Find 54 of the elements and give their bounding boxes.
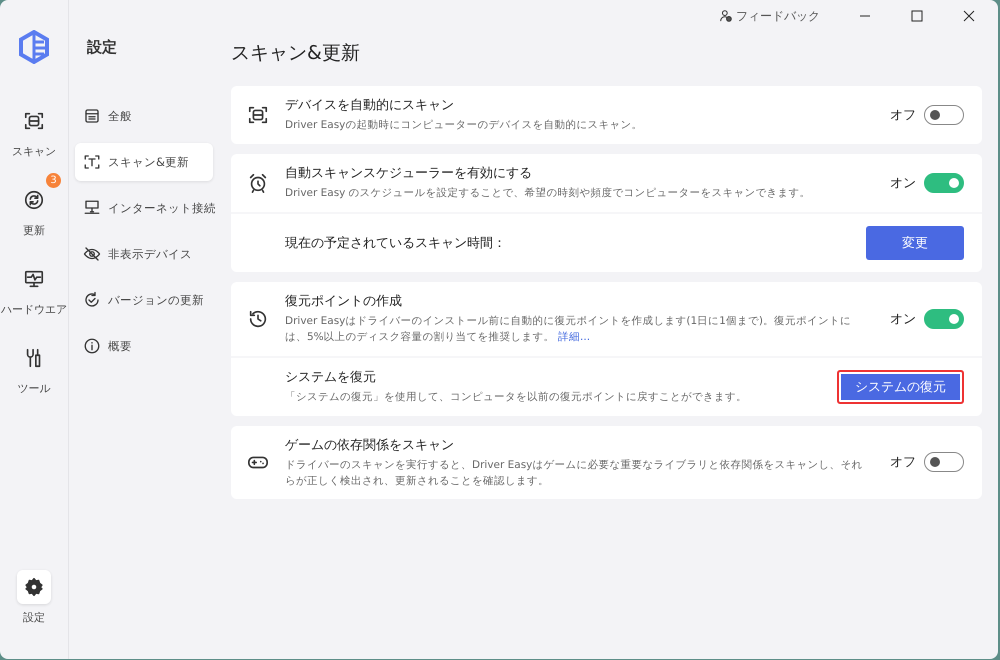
settings-menu-item[interactable]: バージョンの更新 — [75, 281, 213, 319]
settings-menu-item[interactable]: インターネット接続 — [75, 189, 213, 227]
toggle-state-label: オフ — [890, 107, 916, 124]
feedback-button[interactable]: フィードバック — [713, 6, 826, 26]
rail-nav-item[interactable]: 設定 — [0, 560, 68, 627]
settings-menu-item[interactable]: 非表示デバイス — [75, 235, 213, 273]
setting-description: ドライバーのスキャンを実行すると、Driver Easyはゲームに必要な重要なライブラリと依存関係をスキャンし、それらが正しく検出され、更新されることを確認します。 — [285, 458, 864, 489]
hidden-eye-icon — [83, 245, 101, 263]
menu-title: 設定 — [87, 38, 118, 57]
maximize-icon — [910, 9, 924, 23]
toggle-state-label: オン — [890, 175, 916, 192]
settings-menu-item[interactable]: 概要 — [75, 327, 213, 365]
settings-icon — [23, 576, 45, 598]
user-chat-icon — [719, 9, 733, 23]
settings-menu-item[interactable]: スキャン&更新 — [75, 143, 213, 181]
monitor-pulse-icon — [23, 268, 45, 290]
details-link[interactable]: 詳細... — [558, 331, 590, 344]
setting-description: Driver Easy のスケジュールを設定することで、希望の時刻や頻度でコンピューターをスキャンできます。 — [285, 186, 812, 202]
text-scan-icon — [83, 153, 101, 171]
rail-nav-item[interactable]: ハードウエア — [0, 252, 68, 319]
setting-title: デバイスを自動的にスキャン — [285, 97, 455, 114]
toggle-state-label: オフ — [890, 454, 916, 472]
action-button[interactable]: システムの復元 — [837, 370, 964, 404]
app-logo — [18, 30, 50, 64]
setting-title: 自動スキャンスケジューラーを有効にする — [285, 165, 533, 182]
scan-frame-icon — [23, 110, 45, 132]
setting-description: 「システムの復元」を使用して、コンピュータを以前の復元ポイントに戻すことができます。 — [285, 390, 748, 405]
info-icon — [83, 337, 101, 355]
setting-title: ゲームの依存関係をスキャン — [285, 436, 455, 454]
refresh-icon — [23, 189, 45, 211]
toggle-switch[interactable] — [924, 452, 964, 472]
setting-title: 現在の予定されているスキャン時間： — [285, 235, 507, 252]
action-button[interactable]: 変更 — [866, 226, 964, 260]
rail-nav-item[interactable]: スキャン — [0, 94, 68, 161]
toggle-switch[interactable] — [924, 173, 964, 193]
scan-frame-icon — [247, 104, 269, 126]
circular-check-icon — [83, 291, 101, 309]
count-badge: 3 — [46, 173, 61, 188]
setting-title: 復元ポイントの作成 — [285, 293, 403, 310]
close-icon — [962, 9, 976, 23]
network-icon — [83, 199, 101, 217]
rail-nav-item[interactable]: ツール — [0, 331, 68, 398]
minimize-icon — [859, 15, 871, 17]
alarm-clock-icon — [247, 172, 269, 194]
page-title: スキャン&更新 — [231, 41, 361, 66]
list-icon — [83, 107, 101, 125]
toggle-state-label: オン — [890, 310, 916, 328]
toggle-switch[interactable] — [924, 105, 964, 125]
rail-nav-item[interactable]: 更新 3 — [0, 173, 68, 240]
setting-title: システムを復元 — [285, 368, 377, 386]
settings-menu-item[interactable]: 全般 — [75, 97, 213, 135]
setting-description: Driver Easyの起動時にコンピューターのデバイスを自動的にスキャン。 — [285, 118, 644, 134]
toggle-switch[interactable] — [924, 308, 964, 329]
setting-description: Driver Easyはドライバーのインストール前に自動的に復元ポイントを作成します(1日に1個まで)。復元ポイントには、5%以上のディスク容量の割り当てを推奨します。 詳細... — [285, 314, 852, 346]
